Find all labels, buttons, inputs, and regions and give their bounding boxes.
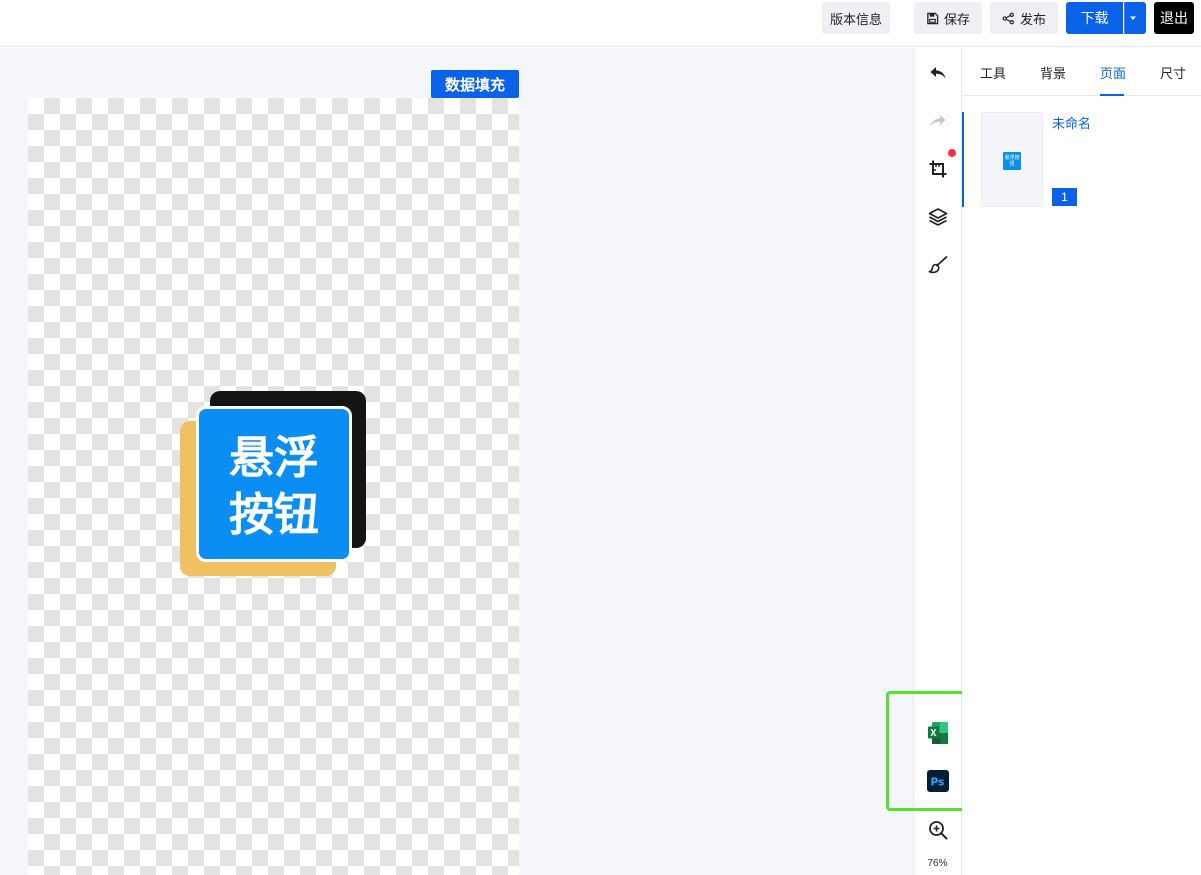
photoshop-icon: Ps xyxy=(927,770,949,792)
tab-tools[interactable]: 工具 xyxy=(980,63,1006,82)
save-label: 保存 xyxy=(943,11,970,27)
page-list-item[interactable]: 悬浮按钮 未命名 1 xyxy=(962,112,1201,207)
zoom-in-icon xyxy=(929,821,948,840)
exit-label: 退出 xyxy=(1160,10,1188,26)
data-fill-button[interactable]: 数据填充 xyxy=(431,70,519,98)
caret-down-icon xyxy=(1130,16,1136,20)
brush-icon xyxy=(928,256,948,274)
undo-button[interactable] xyxy=(926,61,950,85)
active-tab-indicator xyxy=(1100,94,1124,96)
floating-button-card[interactable]: 悬浮 按钮 xyxy=(196,406,352,562)
svg-text:Ps: Ps xyxy=(931,777,945,789)
layers-button[interactable] xyxy=(926,205,950,229)
tab-pages[interactable]: 页面 xyxy=(1100,63,1126,82)
panel-tabs: 工具 背景 页面 尺寸 xyxy=(962,48,1201,96)
exit-button[interactable]: 退出 xyxy=(1154,2,1194,34)
photoshop-button[interactable]: Ps xyxy=(926,769,950,793)
canvas-area[interactable]: 数据填充 悬浮 按钮 xyxy=(0,48,913,875)
redo-icon xyxy=(930,115,946,127)
notification-dot xyxy=(948,149,956,157)
crop-button[interactable] xyxy=(926,157,950,181)
zoom-level: 76% xyxy=(927,858,948,869)
zoom-in-button[interactable] xyxy=(926,818,950,842)
undo-icon xyxy=(930,67,946,79)
tool-strip: Ps 76% xyxy=(913,48,962,875)
download-label: 下载 xyxy=(1080,10,1109,26)
publish-label: 发布 xyxy=(1019,11,1046,27)
tab-background[interactable]: 背景 xyxy=(1040,63,1066,82)
page-thumbnail-preview: 悬浮按钮 xyxy=(1003,152,1021,170)
page-name[interactable]: 未命名 xyxy=(1052,113,1091,132)
save-button[interactable]: 保存 xyxy=(914,2,982,34)
download-button[interactable]: 下载 xyxy=(1066,2,1123,34)
card-text-line-2: 按钮 xyxy=(228,488,319,541)
publish-button[interactable]: 发布 xyxy=(990,2,1058,34)
page-number-badge: 1 xyxy=(1052,188,1077,206)
brush-button[interactable] xyxy=(926,253,950,277)
excel-button[interactable] xyxy=(926,721,950,745)
download-dropdown-button[interactable] xyxy=(1124,2,1146,34)
data-fill-label: 数据填充 xyxy=(444,76,505,94)
version-info-button[interactable]: 版本信息 xyxy=(822,2,890,34)
version-info-label: 版本信息 xyxy=(829,11,882,27)
share-icon xyxy=(1002,12,1014,24)
right-panel: 工具 背景 页面 尺寸 悬浮按钮 未命名 1 xyxy=(962,48,1201,875)
redo-button[interactable] xyxy=(926,109,950,133)
tab-size[interactable]: 尺寸 xyxy=(1160,63,1186,82)
top-bar: 版本信息 保存 发布 下载 退出 xyxy=(0,0,1201,47)
artboard[interactable]: 悬浮 按钮 xyxy=(28,98,519,875)
save-icon xyxy=(927,12,939,24)
layers-icon xyxy=(928,208,948,226)
crop-icon xyxy=(929,160,947,178)
card-text-line-1: 悬浮 xyxy=(228,431,319,484)
excel-icon xyxy=(928,722,948,744)
page-thumbnail[interactable]: 悬浮按钮 xyxy=(981,112,1043,207)
